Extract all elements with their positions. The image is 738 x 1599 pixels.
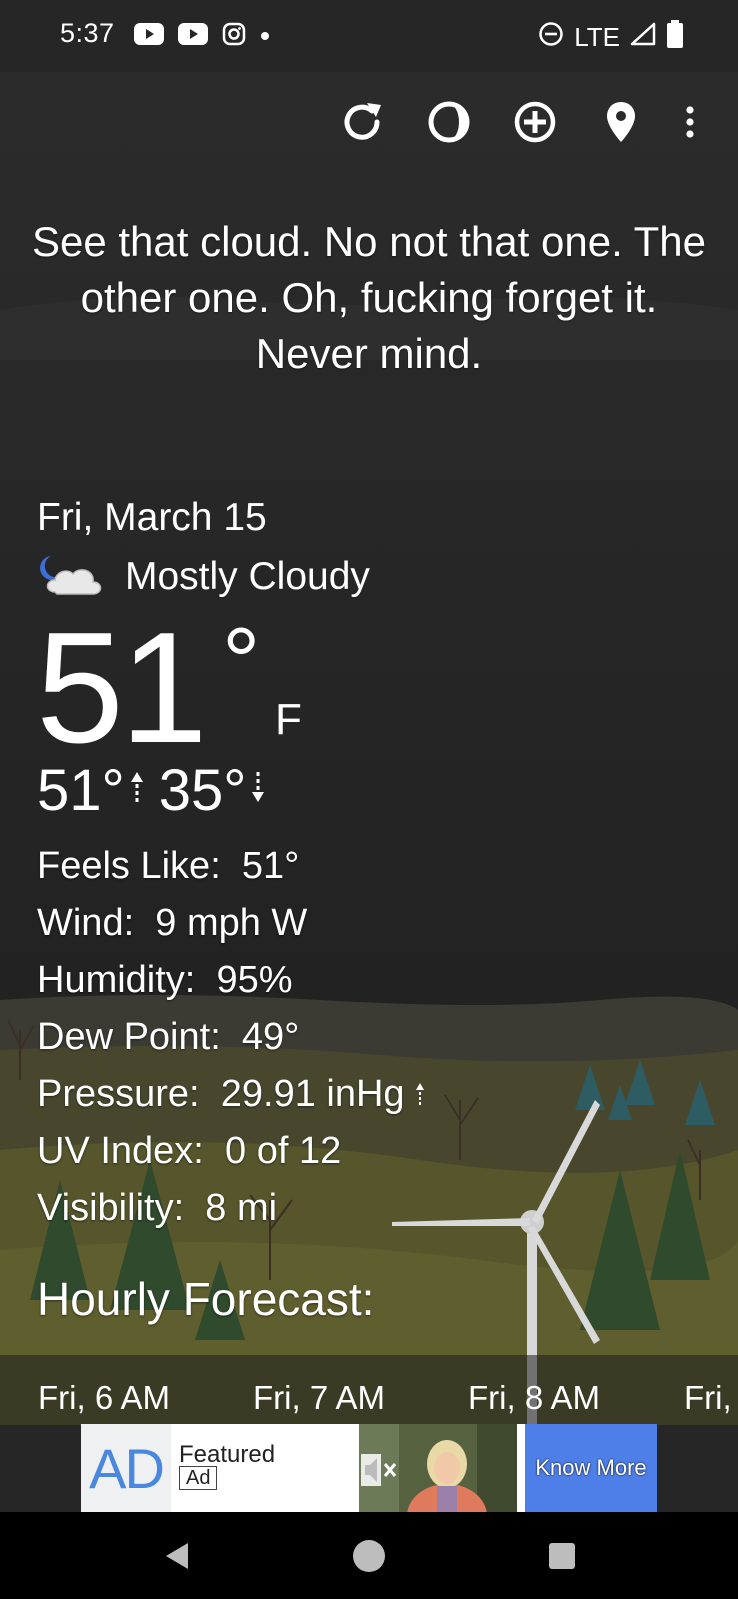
add-location-icon[interactable] — [506, 93, 564, 151]
back-icon[interactable] — [156, 1534, 200, 1578]
detail-value: 0 of 12 — [225, 1130, 342, 1172]
recents-icon[interactable] — [540, 1534, 584, 1578]
up-arrow-icon — [415, 1073, 425, 1115]
current-temperature: 51 — [36, 600, 208, 776]
detail-label: Feels Like: — [37, 845, 221, 887]
overflow-menu-icon[interactable] — [670, 93, 710, 151]
ad-featured: Featured Ad — [179, 1441, 276, 1490]
youtube-icon — [134, 23, 164, 50]
home-icon[interactable] — [347, 1534, 391, 1578]
wind-row: Wind: 9 mph W — [37, 895, 425, 952]
hour-item[interactable]: Fri, 7 AM — [253, 1379, 385, 1417]
youtube-icon — [178, 23, 208, 50]
detail-label: Wind: — [37, 902, 135, 944]
humidity-row: Humidity: 95% — [37, 952, 425, 1009]
visibility-row: Visibility: 8 mi — [37, 1180, 425, 1237]
top-toolbar — [0, 93, 738, 155]
dot-icon — [260, 28, 270, 46]
up-arrow-icon — [129, 770, 145, 812]
pressure-row: Pressure: 29.91 inHg — [37, 1066, 425, 1123]
detail-label: UV Index: — [37, 1130, 204, 1172]
dew-point-row: Dew Point: 49° — [37, 1009, 425, 1066]
detail-value: 29.91 inHg — [220, 1073, 405, 1115]
ad-badge: Ad — [179, 1466, 218, 1490]
detail-value: 49° — [241, 1016, 300, 1058]
feels-like-row: Feels Like: 51° — [37, 838, 425, 895]
navigation-bar — [0, 1512, 738, 1599]
detail-value: 51° — [241, 845, 300, 887]
muted-speaker-icon[interactable] — [361, 1454, 401, 1491]
detail-label: Humidity: — [37, 959, 196, 1001]
temperature-unit: F — [275, 695, 302, 744]
weather-quote: See that cloud. No not that one. The oth… — [31, 218, 707, 377]
detail-value: 9 mph W — [155, 902, 308, 944]
network-label: LTE — [574, 22, 620, 52]
down-arrow-icon — [250, 770, 266, 812]
do-not-disturb-icon — [538, 21, 564, 54]
detail-label: Dew Point: — [37, 1016, 221, 1058]
weather-screen: 5:37 LTE See that cloud. No not that one… — [0, 0, 738, 1599]
uv-index-row: UV Index: 0 of 12 — [37, 1123, 425, 1180]
high-temperature: 51° — [37, 758, 125, 823]
know-more-button[interactable]: Know More — [525, 1424, 657, 1512]
detail-value: 8 mi — [205, 1187, 278, 1229]
detail-value: 95% — [216, 959, 293, 1001]
hourly-forecast-list[interactable]: Fri, 6 AM Fri, 7 AM Fri, 8 AM Fri, — [0, 1355, 738, 1425]
status-time: 5:37 — [60, 18, 115, 48]
low-temperature: 35° — [158, 758, 247, 823]
ad-banner[interactable]: AD Featured Ad Know More — [81, 1424, 657, 1512]
high-low: 51° 35° — [37, 757, 280, 824]
ad-logo: AD — [81, 1424, 171, 1512]
hour-item[interactable]: Fri, 6 AM — [38, 1379, 170, 1417]
partly-cloudy-night-icon — [37, 552, 105, 603]
hour-item[interactable]: Fri, 8 AM — [468, 1379, 600, 1417]
hourly-forecast-title: Hourly Forecast: — [37, 1273, 375, 1325]
hour-item[interactable]: Fri, — [684, 1379, 732, 1417]
refresh-icon[interactable] — [333, 93, 391, 151]
signal-icon — [630, 22, 656, 53]
status-bar: 5:37 LTE — [0, 0, 738, 72]
ad-image[interactable] — [359, 1424, 517, 1512]
weather-details: Feels Like: 51° Wind: 9 mph W Humidity: … — [37, 838, 425, 1237]
detail-label: Pressure: — [37, 1073, 200, 1115]
condition-row: Mostly Cloudy — [37, 552, 370, 602]
condition-text: Mostly Cloudy — [125, 555, 370, 598]
forecast-date: Fri, March 15 — [37, 496, 267, 539]
battery-icon — [666, 20, 684, 55]
detail-label: Visibility: — [37, 1187, 185, 1229]
theme-icon[interactable] — [420, 93, 478, 151]
instagram-icon — [222, 22, 246, 51]
location-pin-icon[interactable] — [592, 93, 650, 151]
temperature-degree: ° — [222, 608, 261, 715]
ad-featured-label: Featured — [179, 1441, 276, 1468]
